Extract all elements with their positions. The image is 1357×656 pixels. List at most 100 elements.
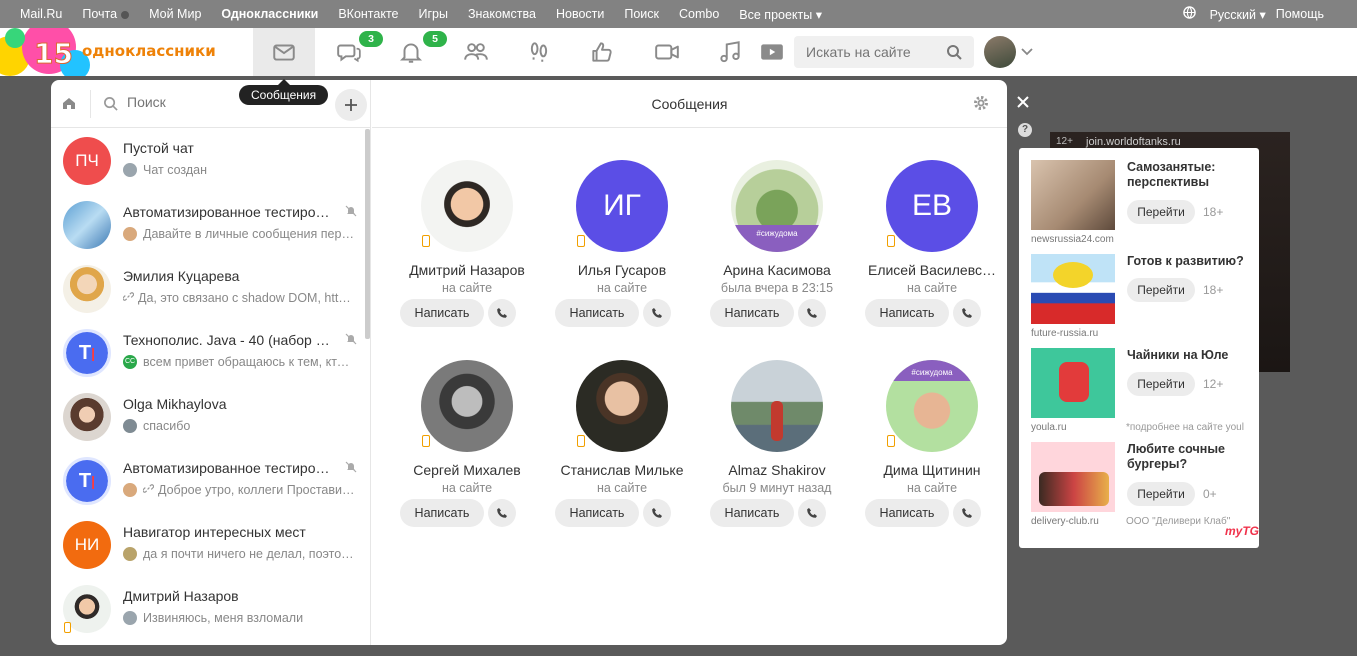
friend-name[interactable]: Дима Щитинин [857,462,1007,478]
nav-ratings[interactable] [571,28,633,76]
ok-logo[interactable]: 15 одноклассники [0,28,250,76]
ad-title[interactable]: Самозанятые: перспективы [1127,160,1255,190]
friend-status: был 9 минут назад [722,481,832,495]
chat-item[interactable]: T | Автоматизированное тестиро… Доброе ут… [51,449,367,513]
chat-item[interactable]: Автоматизированное тестиро… Давайте в ли… [51,193,367,257]
call-button[interactable] [643,299,671,327]
avatar: ПЧ [63,137,111,185]
ad-domain[interactable]: youla.ru [1031,422,1121,433]
ad-item[interactable]: Самозанятые: перспективы Перейти 18+ new… [1031,160,1257,252]
avatar[interactable] [421,160,513,252]
home-icon[interactable] [61,95,77,114]
friend-name[interactable]: Дмитрий Назаров [392,262,542,278]
friend-name[interactable]: Елисей Василевс… [857,262,1007,278]
user-avatar[interactable] [984,36,1016,68]
call-button[interactable] [798,299,826,327]
avatar[interactable]: #сижудома [886,360,978,452]
friend-name[interactable]: Станислав Мильке [547,462,697,478]
ad-go-button[interactable]: Перейти [1127,482,1195,506]
write-button[interactable]: Написать [710,299,794,327]
nav-video[interactable] [636,28,698,76]
help-link[interactable]: Помощь [1276,7,1324,21]
avatar[interactable]: #сижудома [731,160,823,252]
friend-name[interactable]: Арина Касимова [702,262,852,278]
portal-link-news[interactable]: Новости [556,7,604,21]
write-button[interactable]: Написать [555,499,639,527]
avatar[interactable]: ЕВ [886,160,978,252]
play-video-icon [761,44,783,60]
chat-item[interactable]: НИ Навигатор интересных мест да я почти … [51,513,367,577]
friend-card: #сижудома Арина Касимова была вчера в 23… [702,160,852,340]
chat-item[interactable]: Эмилия Куцарева Да, это связано с shadow… [51,257,367,321]
friend-name[interactable]: Сергей Михалев [392,462,542,478]
new-chat-button[interactable] [335,89,367,121]
avatar[interactable] [421,360,513,452]
ad-title[interactable]: Готов к развитию? [1127,254,1255,269]
write-button[interactable]: Написать [865,499,949,527]
call-button[interactable] [798,499,826,527]
mytarget-logo[interactable]: myTG [1225,524,1259,538]
friend-status: на сайте [441,281,493,295]
avatar[interactable]: ИГ [576,160,668,252]
scrollbar[interactable] [365,129,370,339]
call-button[interactable] [953,299,981,327]
friend-name[interactable]: Almaz Shakirov [702,462,852,478]
gear-icon[interactable] [973,95,989,114]
portal-link-pochta[interactable]: Почта [82,7,130,21]
write-button[interactable]: Написать [400,299,484,327]
ad-title[interactable]: Чайники на Юле [1127,348,1255,363]
write-button[interactable]: Написать [555,299,639,327]
search-icon[interactable] [946,44,962,63]
portal-link-moimir[interactable]: Мой Мир [149,7,201,21]
nav-video-play[interactable] [742,28,802,76]
chat-preview-text: Чат создан [143,163,208,177]
ad-image [1031,348,1115,418]
ad-go-button[interactable]: Перейти [1127,372,1195,396]
ad-domain[interactable]: delivery-club.ru [1031,516,1121,527]
portal-link-search[interactable]: Поиск [624,7,659,21]
ad-title[interactable]: Любите сочные бургеры? [1127,442,1255,472]
nav-notifications[interactable]: 5 [380,28,447,76]
call-button[interactable] [488,299,516,327]
portal-link-dating[interactable]: Знакомства [468,7,536,21]
chat-bubbles-icon [337,44,361,63]
muted-bell-icon [345,333,357,348]
ad-go-button[interactable]: Перейти [1127,278,1195,302]
all-projects-menu[interactable]: Все проекты ▾ [739,7,822,22]
site-search-input[interactable] [794,36,934,68]
chat-item[interactable]: Дмитрий Назаров Извиняюсь, меня взломали [51,577,367,641]
ad-domain[interactable]: future-russia.ru [1031,328,1121,339]
nav-messages[interactable] [253,28,315,76]
write-button[interactable]: Написать [710,499,794,527]
ad-item[interactable]: Любите сочные бургеры? Перейти 0+ delive… [1031,442,1257,534]
logo-number: 15 [34,37,74,71]
language-select[interactable]: Русский ▾ [1200,7,1266,22]
friend-name[interactable]: Илья Гусаров [547,262,697,278]
close-icon[interactable] [1017,96,1029,111]
chat-item[interactable]: Olga Mikhaylova спасибо [51,385,367,449]
avatar[interactable] [576,360,668,452]
ad-go-button[interactable]: Перейти [1127,200,1195,224]
call-button[interactable] [488,499,516,527]
avatar[interactable] [731,360,823,452]
nav-friends[interactable] [445,28,507,76]
write-button[interactable]: Написать [400,499,484,527]
ad-domain[interactable]: newsrussia24.com [1031,234,1121,245]
avatar: T | [63,457,111,505]
ad-item[interactable]: Чайники на Юле Перейти 12+ youla.ru *под… [1031,348,1257,440]
nav-discussions[interactable]: 3 [318,28,383,76]
call-button[interactable] [643,499,671,527]
ad-item[interactable]: Готов к развитию? Перейти 18+ future-rus… [1031,254,1257,346]
chat-item[interactable]: ПЧ Пустой чат Чат создан [51,129,367,193]
chevron-down-icon[interactable] [1021,44,1033,59]
portal-link-games[interactable]: Игры [418,7,447,21]
call-button[interactable] [953,499,981,527]
portal-link-ok[interactable]: Одноклассники [221,7,318,21]
help-icon[interactable]: ? [1018,123,1032,137]
portal-link-vk[interactable]: ВКонтакте [338,7,398,21]
portal-link-mailru[interactable]: Mail.Ru [20,7,62,21]
nav-guests[interactable] [508,28,570,76]
write-button[interactable]: Написать [865,299,949,327]
portal-link-combo[interactable]: Combo [679,7,719,21]
chat-item[interactable]: T | Технополис. Java - 40 (набор … CC всем… [51,321,367,385]
